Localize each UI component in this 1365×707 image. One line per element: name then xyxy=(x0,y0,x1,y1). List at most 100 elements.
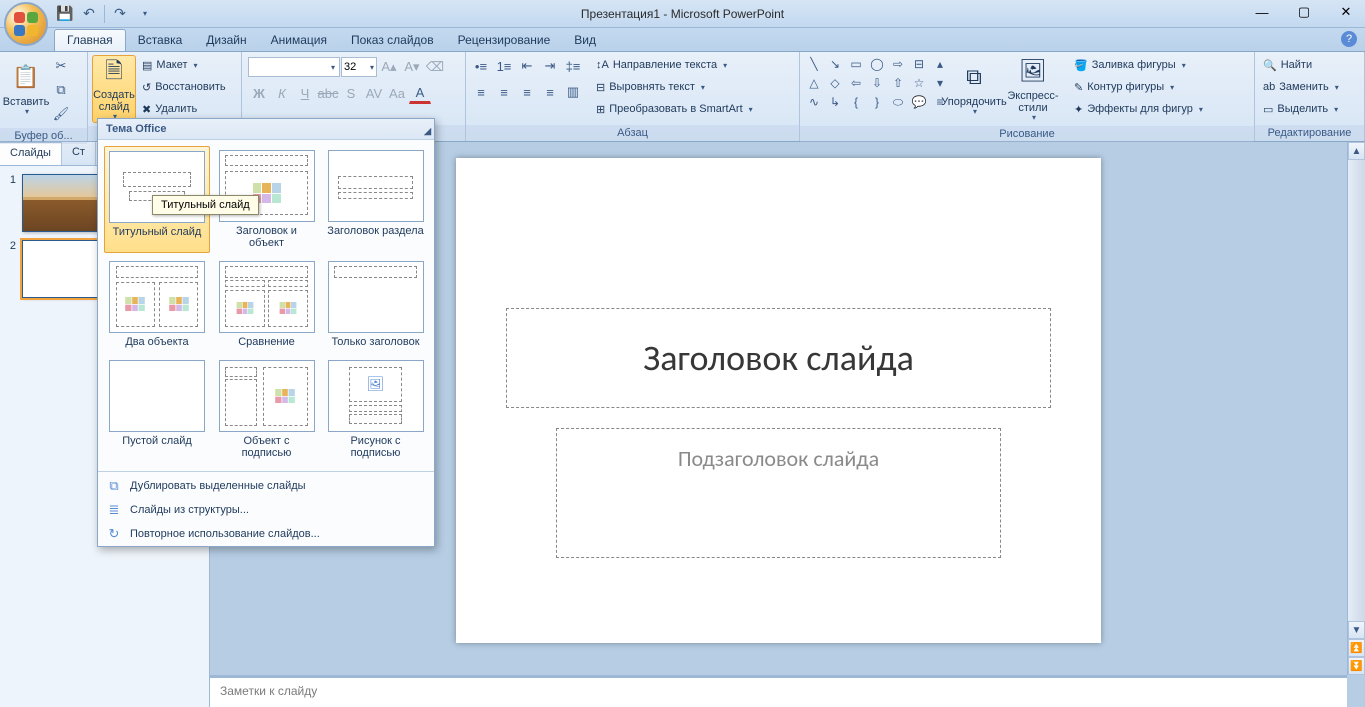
clear-format-icon[interactable]: ⌫ xyxy=(424,56,446,78)
shape-connector-icon[interactable]: ↳ xyxy=(825,93,845,111)
numbering-icon[interactable]: 1≡ xyxy=(493,55,515,77)
justify-icon[interactable]: ≡ xyxy=(539,81,561,103)
thumb-preview[interactable] xyxy=(22,240,100,298)
shape-tri-icon[interactable]: △ xyxy=(804,74,824,92)
quick-styles-button[interactable]: 🖼 Экспресс-стили▾ xyxy=(998,55,1068,123)
indent-dec-icon[interactable]: ⇤ xyxy=(516,55,538,77)
align-left-icon[interactable]: ≡ xyxy=(470,81,492,103)
font-color-icon[interactable]: A xyxy=(409,82,431,104)
tab-home[interactable]: Главная xyxy=(54,29,126,51)
qat-redo-icon[interactable]: ↷ xyxy=(109,3,131,25)
shape-up-icon[interactable]: ▴ xyxy=(930,55,950,73)
replace-button[interactable]: abЗаменить▾ xyxy=(1259,77,1343,97)
bold-icon[interactable]: Ж xyxy=(248,82,270,104)
slide-title-placeholder[interactable]: Заголовок слайда xyxy=(506,308,1051,408)
font-size-combo[interactable]: 32▾ xyxy=(341,57,377,77)
bullets-icon[interactable]: •≡ xyxy=(470,55,492,77)
align-center-icon[interactable]: ≡ xyxy=(493,81,515,103)
shape-round-icon[interactable]: ⬭ xyxy=(888,93,908,111)
layout-two-content[interactable]: Два объекта xyxy=(104,257,210,352)
align-text-button[interactable]: ⊟Выровнять текст▾ xyxy=(592,77,757,97)
shape-rect-icon[interactable]: ▭ xyxy=(846,55,866,73)
shape-brace2-icon[interactable]: } xyxy=(867,93,887,111)
duplicate-slides-cmd[interactable]: ⧉Дублировать выделенные слайды xyxy=(98,474,434,498)
copy-icon[interactable]: ⧉ xyxy=(50,79,72,101)
shape-larrow-icon[interactable]: ⇦ xyxy=(846,74,866,92)
reuse-slides-cmd[interactable]: ↻Повторное использование слайдов... xyxy=(98,522,434,546)
shape-fill-button[interactable]: 🪣Заливка фигуры▾ xyxy=(1070,55,1207,75)
layout-button[interactable]: ▤Макет▾ xyxy=(138,55,230,75)
shape-arrow-icon[interactable]: ↘ xyxy=(825,55,845,73)
scroll-up-icon[interactable]: ▲ xyxy=(1348,142,1365,160)
shape-outline-button[interactable]: ✎Контур фигуры▾ xyxy=(1070,77,1207,97)
panel-tab-slides[interactable]: Слайды xyxy=(0,142,62,165)
shape-darrow-icon[interactable]: ⇩ xyxy=(867,74,887,92)
tab-insert[interactable]: Вставка xyxy=(126,30,195,51)
cut-icon[interactable]: ✂ xyxy=(50,55,72,77)
new-slide-button[interactable]: 🗎 Создать слайд ▾ xyxy=(92,55,136,123)
shape-text-icon[interactable]: ⊟ xyxy=(909,55,929,73)
tab-animation[interactable]: Анимация xyxy=(259,30,339,51)
text-direction-button[interactable]: ↕AНаправление текста▾ xyxy=(592,55,757,75)
layout-picture-caption[interactable]: 🖼 Рисунок с подписью xyxy=(323,356,428,463)
shape-dn-icon[interactable]: ▾ xyxy=(930,74,950,92)
paste-button[interactable]: 📋 Вставить ▾ xyxy=(4,55,48,123)
prev-slide-icon[interactable]: ⏫ xyxy=(1348,639,1365,657)
scroll-down-icon[interactable]: ▼ xyxy=(1348,621,1365,639)
next-slide-icon[interactable]: ⏬ xyxy=(1348,657,1365,675)
font-family-combo[interactable]: ▾ xyxy=(248,57,340,77)
thumb-preview[interactable] xyxy=(22,174,100,232)
arrange-button[interactable]: ⧉ Упорядочить▾ xyxy=(952,55,996,123)
shape-star-icon[interactable]: ☆ xyxy=(909,74,929,92)
smartart-button[interactable]: ⊞Преобразовать в SmartArt▾ xyxy=(592,99,757,119)
strike-icon[interactable]: abc xyxy=(317,82,339,104)
tab-view[interactable]: Вид xyxy=(562,30,608,51)
slides-from-outline-cmd[interactable]: ≣Слайды из структуры... xyxy=(98,498,434,522)
underline-icon[interactable]: Ч xyxy=(294,82,316,104)
shape-brace-icon[interactable]: { xyxy=(846,93,866,111)
shape-uarrow-icon[interactable]: ⇧ xyxy=(888,74,908,92)
shapes-gallery[interactable]: ╲ ↘ ▭ ◯ ⇨ ⊟ ▴ △ ◇ ⇦ ⇩ ⇧ ☆ ▾ ∿ ↳ { } ⬭ 💬 xyxy=(804,55,950,111)
align-right-icon[interactable]: ≡ xyxy=(516,81,538,103)
qat-customize-icon[interactable]: ▾ xyxy=(133,3,155,25)
tab-review[interactable]: Рецензирование xyxy=(446,30,563,51)
shape-oval-icon[interactable]: ◯ xyxy=(867,55,887,73)
scroll-track[interactable] xyxy=(1348,160,1365,621)
notes-pane[interactable]: Заметки к слайду xyxy=(210,675,1347,707)
grow-font-icon[interactable]: A▴ xyxy=(378,56,400,78)
shape-effects-button[interactable]: ✦Эффекты для фигур▾ xyxy=(1070,99,1207,119)
minimize-button[interactable]: ― xyxy=(1249,2,1275,22)
delete-button[interactable]: ✖Удалить xyxy=(138,99,230,119)
select-button[interactable]: ▭Выделить▾ xyxy=(1259,99,1342,119)
columns-icon[interactable]: ▥ xyxy=(562,81,584,103)
layout-content-caption[interactable]: Объект с подписью xyxy=(214,356,319,463)
case-icon[interactable]: Aa xyxy=(386,82,408,104)
line-spacing-icon[interactable]: ‡≡ xyxy=(562,55,584,77)
close-button[interactable]: ✕ xyxy=(1333,2,1359,22)
layout-comparison[interactable]: Сравнение xyxy=(214,257,319,352)
format-painter-icon[interactable]: 🖌 xyxy=(50,103,72,125)
slide-subtitle-placeholder[interactable]: Подзаголовок слайда xyxy=(556,428,1001,558)
tab-design[interactable]: Дизайн xyxy=(194,30,258,51)
vertical-scrollbar[interactable]: ▲ ▼ ⏫ ⏬ xyxy=(1347,142,1365,675)
qat-save-icon[interactable]: 💾 xyxy=(54,3,76,25)
office-button[interactable] xyxy=(4,2,48,46)
reset-button[interactable]: ↺Восстановить xyxy=(138,77,230,97)
maximize-button[interactable]: ▢ xyxy=(1291,2,1317,22)
layout-section-header[interactable]: Заголовок раздела xyxy=(323,146,428,253)
shape-line-icon[interactable]: ╲ xyxy=(804,55,824,73)
layout-blank[interactable]: Пустой слайд xyxy=(104,356,210,463)
shape-rarrow-icon[interactable]: ⇨ xyxy=(888,55,908,73)
shadow-icon[interactable]: S xyxy=(340,82,362,104)
shape-diamond-icon[interactable]: ◇ xyxy=(825,74,845,92)
layout-title-only[interactable]: Только заголовок xyxy=(323,257,428,352)
spacing-icon[interactable]: AV xyxy=(363,82,385,104)
shrink-font-icon[interactable]: A▾ xyxy=(401,56,423,78)
panel-tab-outline[interactable]: Ст xyxy=(62,142,96,165)
slide[interactable]: Заголовок слайда Подзаголовок слайда xyxy=(456,158,1101,643)
shape-callout-icon[interactable]: 💬 xyxy=(909,93,929,111)
qat-undo-icon[interactable]: ↶ xyxy=(78,3,100,25)
tab-slideshow[interactable]: Показ слайдов xyxy=(339,30,446,51)
indent-inc-icon[interactable]: ⇥ xyxy=(539,55,561,77)
shape-curve-icon[interactable]: ∿ xyxy=(804,93,824,111)
